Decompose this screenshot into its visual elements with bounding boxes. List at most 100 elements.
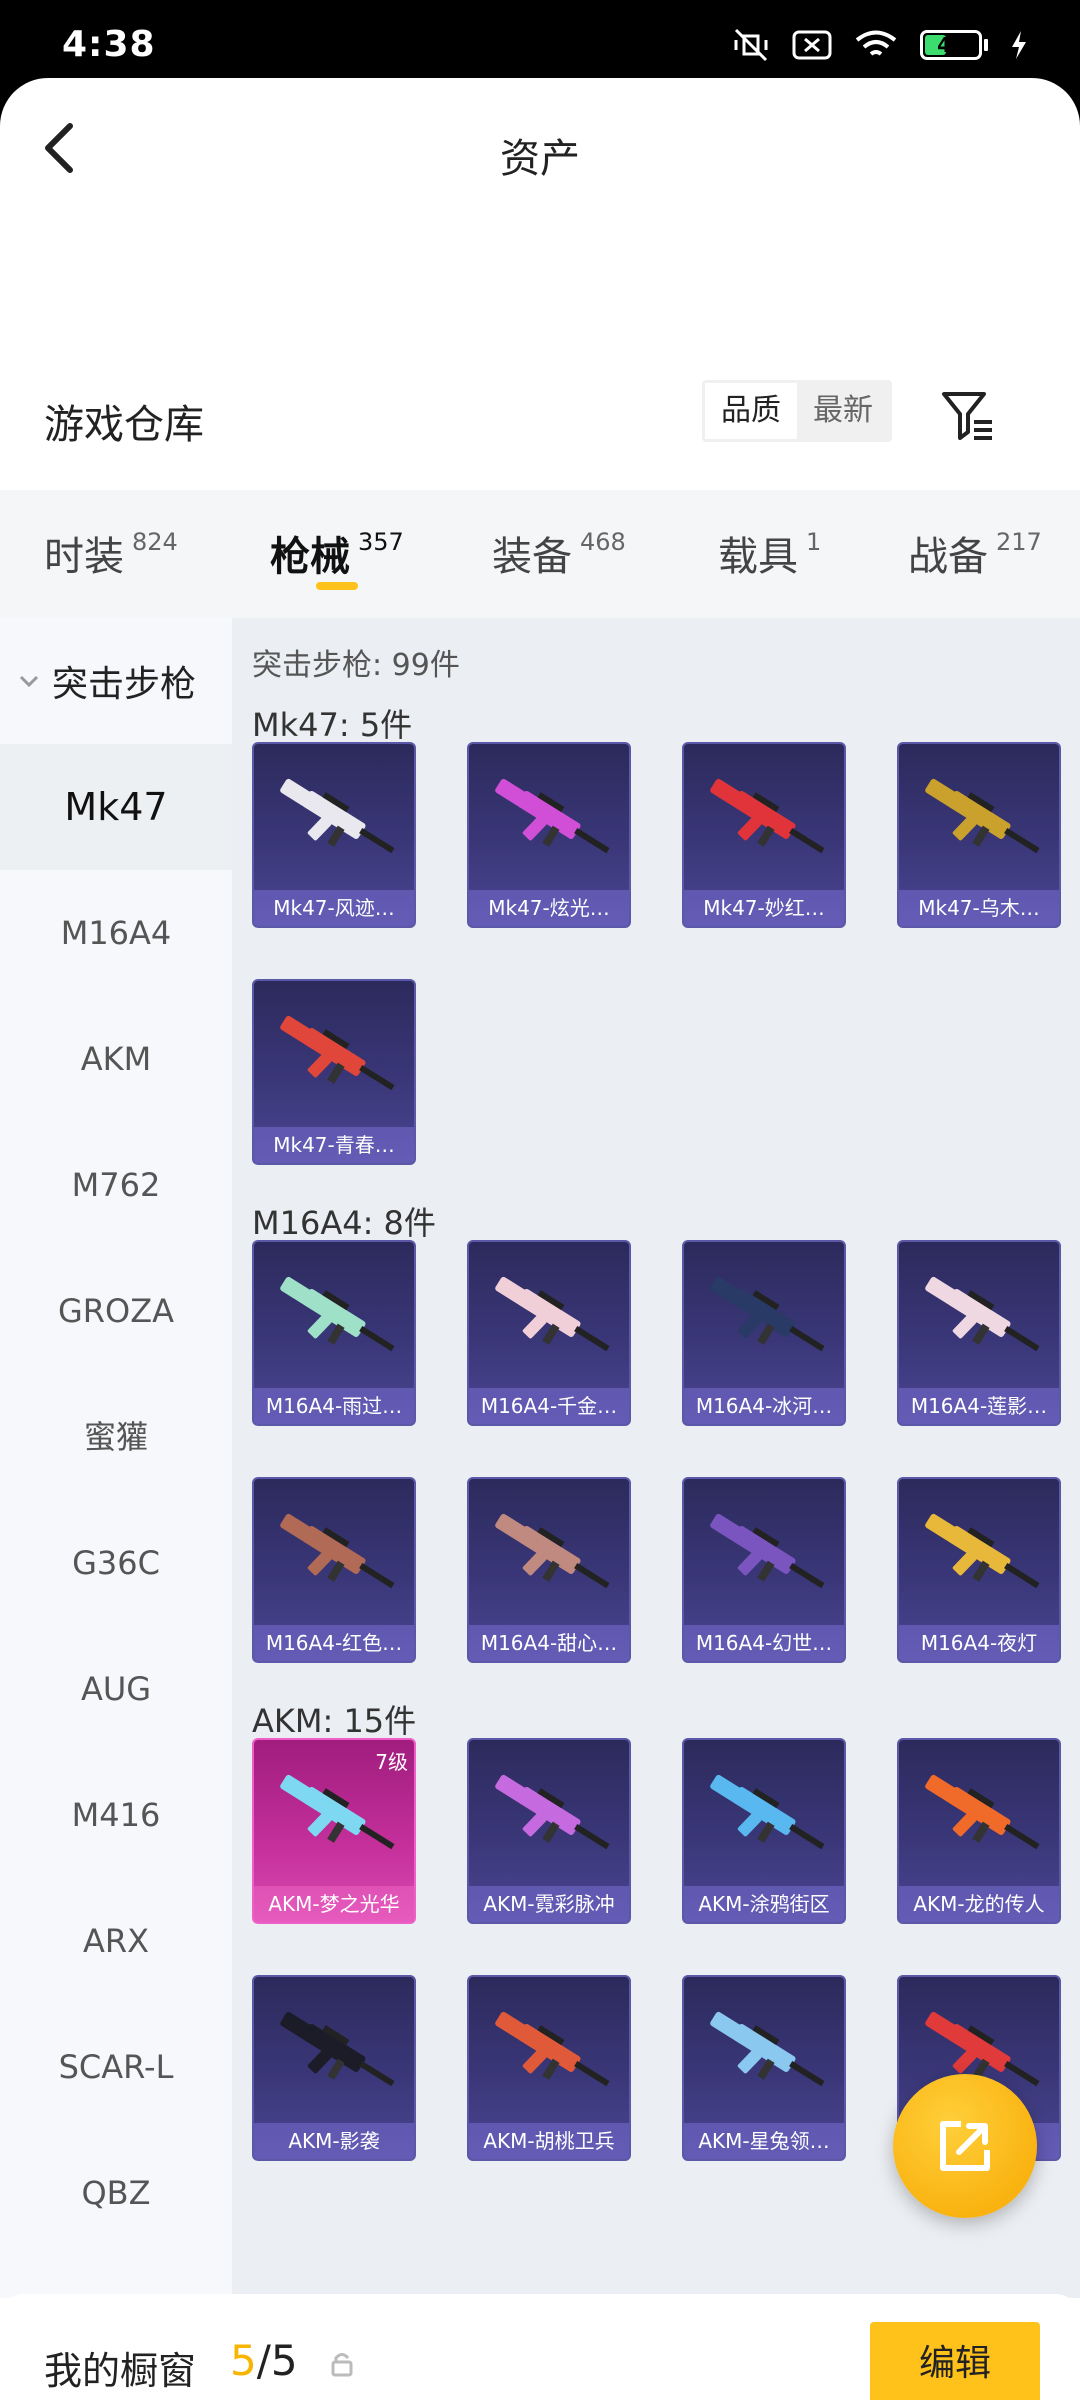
sim-blocked-icon	[792, 30, 832, 60]
weapon-card[interactable]: Mk47-妙红…	[682, 742, 846, 928]
showcase-count: 5/5	[230, 2336, 298, 2385]
tab-vehicles[interactable]: 载具 1	[718, 524, 821, 582]
weapon-skin-image	[710, 1774, 825, 1850]
mute-vibrate-icon	[734, 28, 768, 62]
tab-fashion[interactable]: 时装 824	[44, 524, 178, 582]
weapon-skin-image	[925, 778, 1040, 854]
tab-supplies[interactable]: 战备 217	[908, 524, 1042, 582]
level-badge: 7级	[375, 1750, 408, 1774]
weapon-card[interactable]: Mk47-青春…	[252, 979, 416, 1165]
weapon-card[interactable]: M16A4-雨过…	[252, 1240, 416, 1426]
weapon-name: M16A4-雨过…	[254, 1388, 414, 1424]
app-screen: 资产 游戏仓库 品质 最新 时装 824 枪械 357 装备 468 载具 1	[0, 78, 1080, 2400]
weapon-skin-image	[710, 1513, 825, 1589]
weapon-skin-image	[280, 2011, 395, 2087]
weapon-skin-image	[495, 1513, 610, 1589]
warehouse-header: 游戏仓库 品质 最新	[0, 348, 1080, 468]
weapon-card[interactable]: AKM-星兔领…	[682, 1975, 846, 2161]
weapon-skin-image	[280, 1774, 395, 1850]
sidebar-item-groza[interactable]: GROZA	[0, 1248, 232, 1374]
weapon-card[interactable]: M16A4-甜心…	[467, 1477, 631, 1663]
weapon-skin-image	[280, 778, 395, 854]
sidebar-item-qbz[interactable]: QBZ	[0, 2130, 232, 2256]
wifi-icon	[855, 30, 897, 56]
weapon-card[interactable]: Mk47-炫光…	[467, 742, 631, 928]
sidebar-item-蜜獾[interactable]: 蜜獾	[0, 1374, 232, 1500]
sidebar-item-scar-l[interactable]: SCAR-L	[0, 2004, 232, 2130]
weapon-skin-image	[710, 1276, 825, 1352]
weapon-card[interactable]: M16A4-红色…	[252, 1477, 416, 1663]
weapon-skin-image	[280, 1015, 395, 1091]
sort-newest[interactable]: 最新	[797, 383, 889, 439]
sidebar-item-arx[interactable]: ARX	[0, 1878, 232, 2004]
weapon-card[interactable]: AKM-龙的传人	[897, 1738, 1061, 1924]
sort-toggle: 品质 最新	[702, 380, 892, 442]
sort-quality[interactable]: 品质	[705, 383, 797, 439]
weapon-card[interactable]: M16A4-幻世…	[682, 1477, 846, 1663]
sidebar-item-m416[interactable]: M416	[0, 1752, 232, 1878]
weapon-name: AKM-梦之光华	[254, 1886, 414, 1922]
weapon-card[interactable]: M16A4-莲影…	[897, 1240, 1061, 1426]
weapon-name: M16A4-千金…	[469, 1388, 629, 1424]
weapon-name: M16A4-夜灯	[899, 1625, 1059, 1661]
weapon-card[interactable]: AKM-影袭	[252, 1975, 416, 2161]
weapon-name: Mk47-青春…	[254, 1127, 414, 1163]
weapon-card[interactable]: Mk47-乌木…	[897, 742, 1061, 928]
weapon-grid: 突击步枪: 99件 Mk47: 5件 Mk47-风迹… Mk47-炫光… Mk47-妙…	[232, 618, 1080, 2298]
warehouse-title: 游戏仓库	[44, 402, 204, 448]
weapon-card[interactable]: AKM-涂鸦街区	[682, 1738, 846, 1924]
weapon-card[interactable]: M16A4-夜灯	[897, 1477, 1061, 1663]
weapon-skin-image	[495, 1774, 610, 1850]
share-export-icon	[940, 2121, 990, 2171]
weapon-name: Mk47-妙红…	[684, 890, 844, 926]
group-title: M16A4: 8件	[252, 1204, 436, 1242]
weapon-name: M16A4-幻世…	[684, 1625, 844, 1661]
weapon-card[interactable]: M16A4-冰河…	[682, 1240, 846, 1426]
tab-equipment[interactable]: 装备 468	[492, 524, 626, 582]
weapon-card[interactable]: 7级 AKM-梦之光华	[252, 1738, 416, 1924]
sidebar-item-m16a4[interactable]: M16A4	[0, 870, 232, 996]
weapon-skin-image	[280, 1513, 395, 1589]
weapon-skin-image	[495, 1276, 610, 1352]
weapon-card[interactable]: M16A4-千金…	[467, 1240, 631, 1426]
weapon-skin-image	[925, 1774, 1040, 1850]
weapon-card[interactable]: AKM-胡桃卫兵	[467, 1975, 631, 2161]
weapon-name: M16A4-冰河…	[684, 1388, 844, 1424]
weapon-card[interactable]: AKM-霓彩脉冲	[467, 1738, 631, 1924]
weapon-name: M16A4-甜心…	[469, 1625, 629, 1661]
chevron-down-icon	[19, 675, 39, 688]
top-bar: 资产	[0, 78, 1080, 228]
weapon-name: Mk47-炫光…	[469, 890, 629, 926]
weapon-name: M16A4-莲影…	[899, 1388, 1059, 1424]
lock-icon	[331, 2353, 353, 2377]
filter-icon[interactable]	[940, 388, 996, 444]
weapon-card[interactable]: Mk47-风迹…	[252, 742, 416, 928]
weapon-sidebar: 突击步枪 Mk47 M16A4 AKM M762 GROZA 蜜獾 G36C AUG M416 A…	[0, 618, 232, 2298]
battery-icon: 41	[920, 30, 988, 60]
weapon-skin-image	[280, 1276, 395, 1352]
group-title: AKM: 15件	[252, 1702, 417, 1740]
sidebar-item-g36c[interactable]: G36C	[0, 1500, 232, 1626]
share-fab[interactable]	[893, 2074, 1037, 2218]
weapon-skin-image	[925, 1276, 1040, 1352]
active-tab-indicator	[316, 582, 358, 590]
weapon-skin-image	[710, 2011, 825, 2087]
battery-level: 41	[937, 33, 965, 57]
weapon-name: AKM-龙的传人	[899, 1886, 1059, 1922]
edit-button[interactable]: 编辑	[870, 2322, 1040, 2400]
sidebar-item-mk47[interactable]: Mk47	[0, 744, 232, 870]
page-title: 资产	[500, 136, 580, 182]
showcase-bar: 我的橱窗 5/5 编辑	[0, 2294, 1080, 2400]
sidebar-item-aug[interactable]: AUG	[0, 1626, 232, 1752]
weapon-name: Mk47-风迹…	[254, 890, 414, 926]
charging-icon	[1012, 31, 1026, 59]
sidebar-item-m762[interactable]: M762	[0, 1122, 232, 1248]
weapon-skin-image	[925, 1513, 1040, 1589]
weapon-name: AKM-胡桃卫兵	[469, 2123, 629, 2159]
section-total: 突击步枪: 99件	[252, 648, 460, 683]
sidebar-item-akm[interactable]: AKM	[0, 996, 232, 1122]
weapon-skin-image	[710, 778, 825, 854]
tab-firearms[interactable]: 枪械 357	[270, 524, 404, 582]
sidebar-category-header[interactable]: 突击步枪	[0, 618, 232, 744]
weapon-name: AKM-霓彩脉冲	[469, 1886, 629, 1922]
